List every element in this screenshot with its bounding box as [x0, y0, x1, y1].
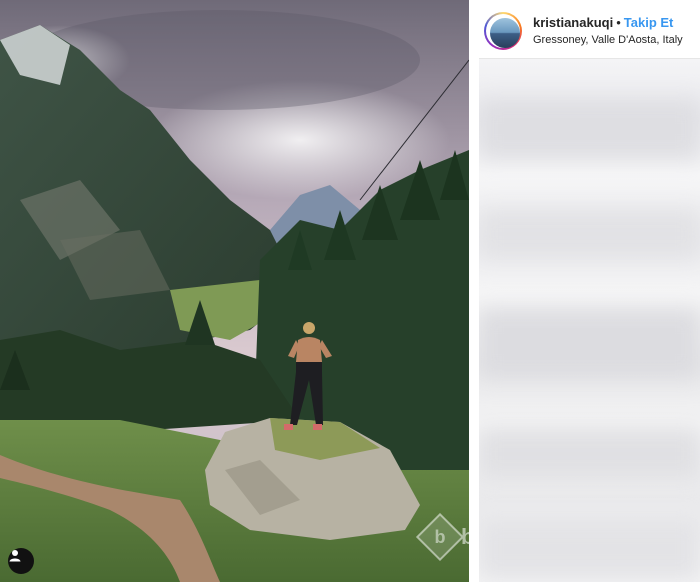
- follow-button[interactable]: Takip Et: [624, 15, 674, 30]
- blurred-comment: [479, 209, 700, 259]
- blurred-comment: [479, 99, 700, 159]
- watermark-logo-icon: b: [415, 512, 465, 562]
- post-side-panel: kristianakuqi • Takip Et Gressoney, Valle …: [479, 0, 700, 582]
- story-ring[interactable]: [484, 12, 522, 50]
- blurred-comment: [479, 429, 700, 479]
- comments-area-blurred: [479, 59, 700, 582]
- landscape-image: [0, 0, 469, 582]
- user-tag-icon[interactable]: [8, 548, 34, 574]
- watermark: b burs: [415, 512, 469, 562]
- post-header: kristianakuqi • Takip Et Gressoney, Valle …: [479, 0, 700, 59]
- panel-divider: [469, 0, 479, 582]
- blurred-comment: [479, 309, 700, 379]
- blurred-comment: [479, 519, 700, 579]
- separator-dot: •: [616, 15, 621, 30]
- post-photo[interactable]: b burs: [0, 0, 469, 582]
- location-link[interactable]: Gressoney, Valle D'Aosta, Italy: [533, 34, 683, 46]
- username-link[interactable]: kristianakuqi: [533, 15, 613, 30]
- avatar[interactable]: [490, 18, 520, 48]
- watermark-logo-letter: b: [434, 526, 446, 547]
- header-title-row: kristianakuqi • Takip Et: [533, 15, 673, 30]
